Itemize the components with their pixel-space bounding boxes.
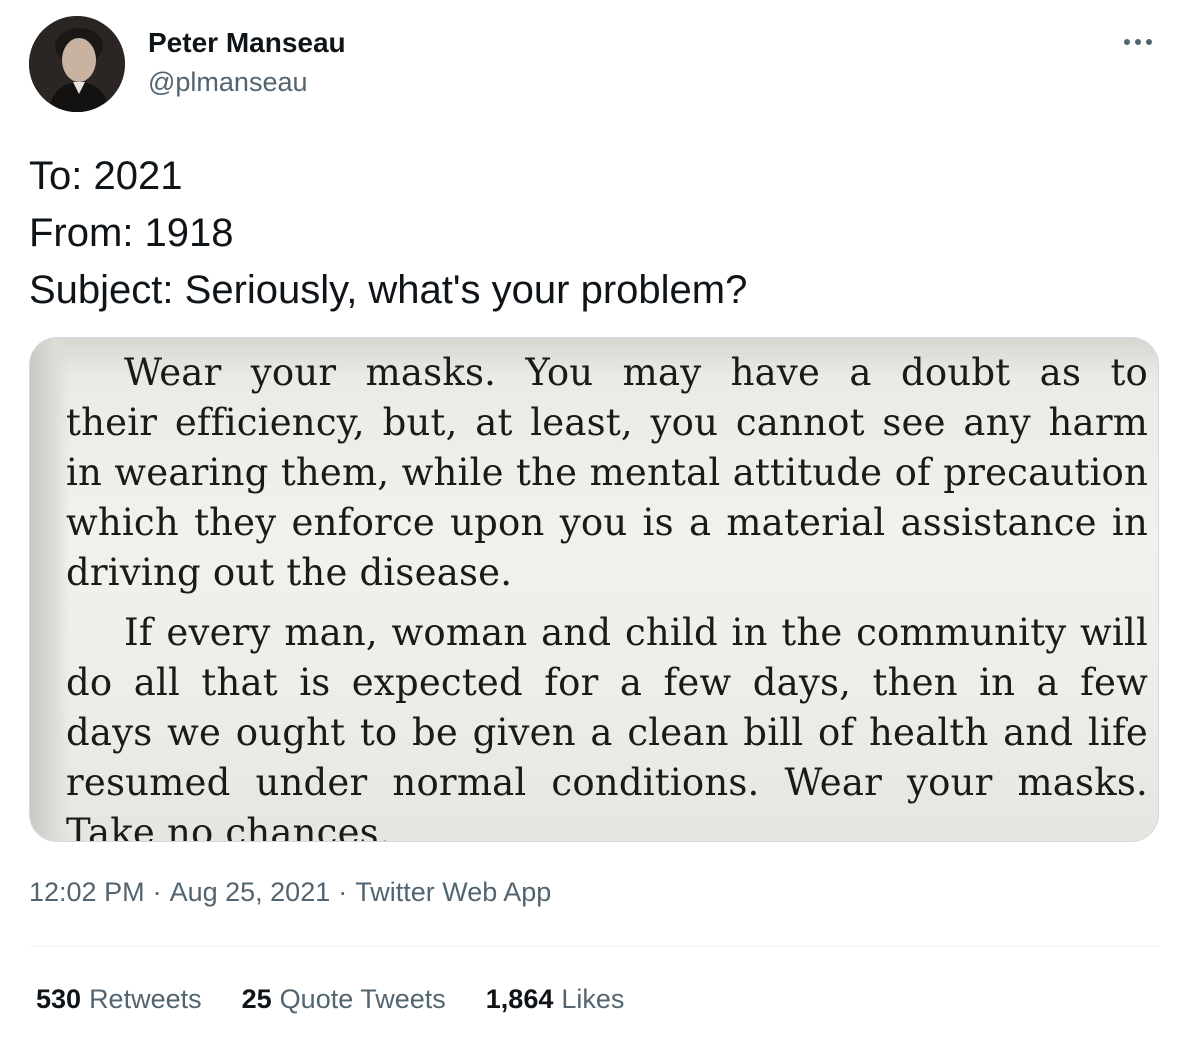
clipping-line: resumed under normal conditions. Wear yo… xyxy=(66,761,1148,804)
meta-separator: · xyxy=(152,877,162,907)
clipping-line: their efficiency, but, at least, you can… xyxy=(66,401,1148,444)
tweet-text-line: Subject: Seriously, what's your problem? xyxy=(29,268,748,312)
quote-tweets-stat[interactable]: 25 Quote Tweets xyxy=(242,981,446,1017)
retweets-label: Retweets xyxy=(89,984,202,1014)
quote-tweets-label: Quote Tweets xyxy=(279,984,446,1014)
tweet-text: To: 2021 From: 1918 Subject: Seriously, … xyxy=(29,148,747,319)
tweet-text-line: From: 1918 xyxy=(29,211,234,255)
clipping-line: in wearing them, while the mental attitu… xyxy=(66,451,1148,494)
likes-stat[interactable]: 1,864 Likes xyxy=(486,981,625,1017)
clipping-line: Take no chances. xyxy=(66,811,391,842)
quote-tweets-count: 25 xyxy=(241,984,272,1014)
clipping-edge-shadow xyxy=(30,338,70,841)
likes-count: 1,864 xyxy=(485,984,554,1014)
tweet-text-line: To: 2021 xyxy=(29,154,183,198)
more-horizontal-icon xyxy=(1146,39,1152,45)
more-horizontal-icon xyxy=(1135,39,1141,45)
tweet-date[interactable]: Aug 25, 2021 xyxy=(170,877,331,907)
retweets-count: 530 xyxy=(36,984,82,1014)
author-handle[interactable]: @plmanseau xyxy=(148,65,308,99)
more-horizontal-icon xyxy=(1124,39,1130,45)
clipping-line: do all that is expected for a few days, … xyxy=(66,661,1148,704)
tweet-source[interactable]: Twitter Web App xyxy=(355,877,551,907)
retweets-stat[interactable]: 530 Retweets xyxy=(36,981,202,1017)
likes-label: Likes xyxy=(561,984,625,1014)
clipping-line: driving out the disease. xyxy=(66,551,513,594)
more-options-button[interactable] xyxy=(1118,26,1158,58)
tweet-image-newspaper-clipping[interactable]: Wear your masks. You may have a doubt as… xyxy=(29,337,1159,842)
author-display-name[interactable]: Peter Manseau xyxy=(148,26,346,60)
clipping-line: If every man, woman and child in the com… xyxy=(124,611,1148,654)
clipping-text: Wear your masks. You may have a doubt as… xyxy=(66,348,1148,842)
tweet-time[interactable]: 12:02 PM xyxy=(29,877,145,907)
tweet-metadata: 12:02 PM · Aug 25, 2021 · Twitter Web App xyxy=(29,874,551,910)
meta-separator: · xyxy=(338,877,348,907)
profile-photo-icon xyxy=(29,16,125,112)
author-avatar[interactable] xyxy=(29,16,125,112)
clipping-line: Wear your masks. You may have a doubt as… xyxy=(124,351,1148,394)
clipping-line: which they enforce upon you is a materia… xyxy=(66,501,1148,544)
clipping-line: days we ought to be given a clean bill o… xyxy=(66,711,1148,754)
divider xyxy=(29,946,1159,947)
tweet-stats: 530 Retweets 25 Quote Tweets 1,864 Likes xyxy=(36,981,624,1017)
